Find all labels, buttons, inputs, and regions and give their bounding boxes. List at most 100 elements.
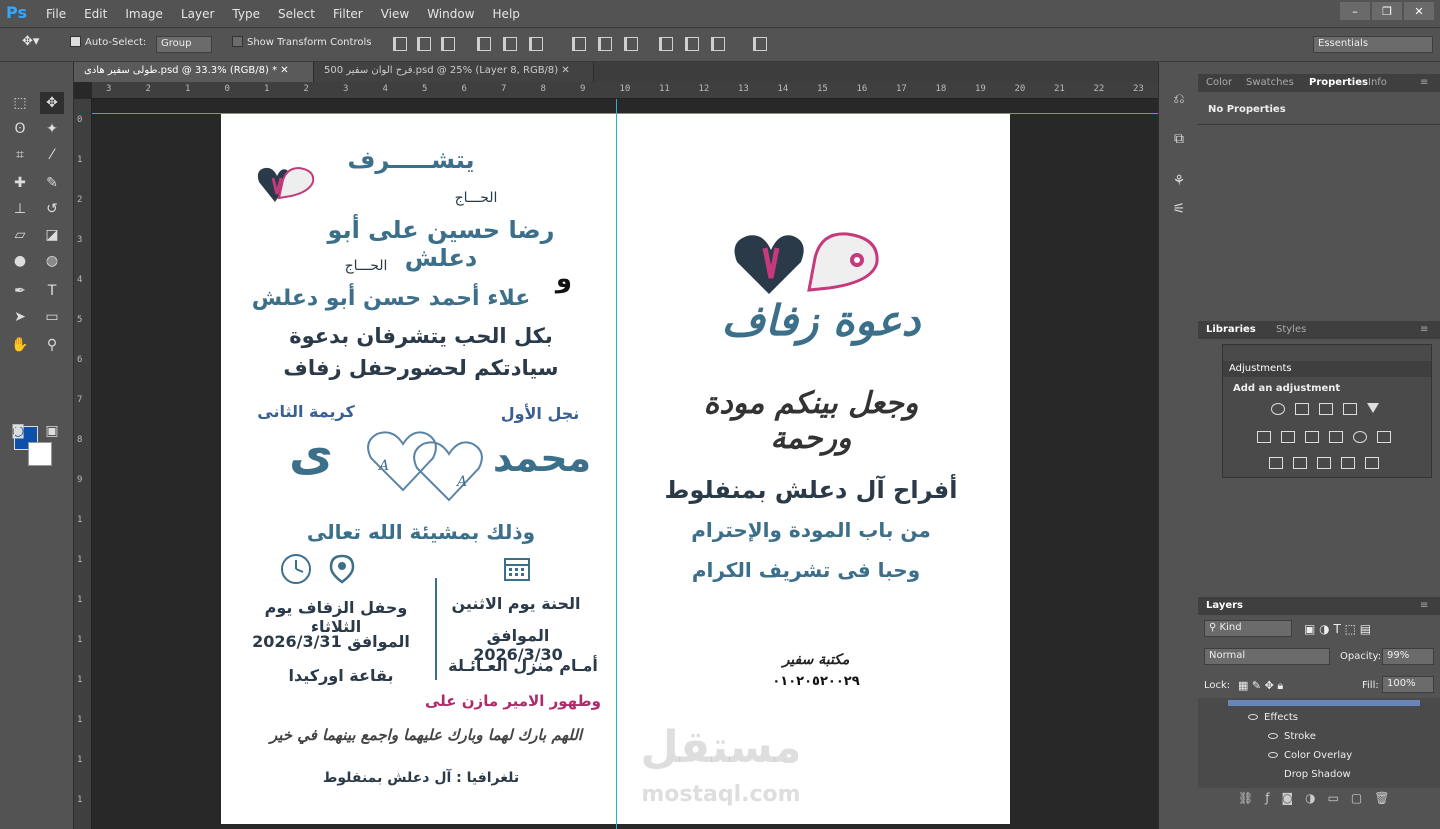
selected-layer-row[interactable] [1228,700,1420,706]
panel-menu-icon[interactable]: ≡ [1420,77,1428,88]
tab-info[interactable]: Info [1368,77,1387,88]
brush-icon[interactable]: ✎ [40,172,64,194]
align-right-icon[interactable] [529,37,543,51]
path-select-icon[interactable]: ➤ [8,306,32,328]
eye-icon[interactable] [1268,752,1278,758]
layer-stroke-row[interactable]: Stroke [1228,731,1420,750]
magic-wand-icon[interactable]: ✦ [40,118,64,140]
dodge-icon[interactable]: ◍ [40,250,64,272]
pen-icon[interactable]: ✒ [8,280,32,302]
move-tool-icon[interactable]: ✥▾ [22,34,39,49]
distribute-bottom-icon[interactable] [624,37,638,51]
selective-color-icon[interactable] [1341,457,1355,469]
show-transform-checkbox[interactable]: Show Transform Controls [232,36,371,48]
threshold-icon[interactable] [1317,457,1331,469]
menu-layer[interactable]: Layer [181,7,214,21]
canvas-area[interactable]: يتشـــــرف الحـــاج رضا حسين على أبو دعل… [92,99,1158,829]
auto-select-checkbox[interactable]: Auto-Select: [70,36,146,48]
tab-close-icon[interactable]: ✕ [561,65,569,76]
guide-vertical-center[interactable] [616,99,617,829]
lock-icons[interactable]: ▦ ✎ ✥ 🔒︎ [1238,679,1283,693]
healing-icon[interactable]: ✚ [8,172,32,194]
hand-icon[interactable]: ✋ [8,334,32,356]
black-white-icon[interactable] [1305,431,1319,443]
zoom-icon[interactable]: ⚲ [40,334,64,356]
quick-mask-icon[interactable]: ◙ [6,420,30,442]
tab-properties[interactable]: Properties [1309,77,1368,88]
guide-horizontal-top[interactable] [92,113,1158,114]
hue-saturation-icon[interactable] [1257,431,1271,443]
bucket-icon[interactable]: ◪ [40,224,64,246]
color-balance-icon[interactable] [1281,431,1295,443]
distribute-top-icon[interactable] [572,37,586,51]
distribute-hcenter-icon[interactable] [685,37,699,51]
restore-icon[interactable]: ❐ [1372,2,1402,20]
move-icon[interactable]: ✥ [40,92,64,114]
tool-presets-icon[interactable]: ⚟ [1167,198,1191,220]
gradient-map-icon[interactable] [1365,457,1379,469]
tab-swatches[interactable]: Swatches [1246,77,1294,88]
align-top-icon[interactable] [393,37,407,51]
type-icon[interactable]: T [40,280,64,302]
vibrance-icon[interactable] [1367,403,1379,413]
menu-image[interactable]: Image [125,7,163,21]
tab-color[interactable]: Color [1206,77,1232,88]
align-vcenter-icon[interactable] [417,37,431,51]
menu-window[interactable]: Window [427,7,474,21]
photo-filter-icon[interactable] [1329,431,1343,443]
workspace-dropdown[interactable]: Essentials [1313,36,1433,53]
layer-drop-shadow-row[interactable]: Drop Shadow [1228,769,1420,788]
brightness-icon[interactable] [1271,403,1285,415]
marquee-icon[interactable]: ⬚ [8,92,32,114]
tab-document-2[interactable]: فرح الوان سفير 500.psd @ 25% (Layer 8, R… [314,62,594,82]
layers-footer-icons[interactable]: ⛓ƒ◙◑▭▢🗑︎ [1238,791,1401,805]
history-brush-icon[interactable]: ↺ [40,198,64,220]
lasso-icon[interactable]: ʘ [8,118,32,140]
blend-mode-dropdown[interactable]: Normal [1204,648,1330,665]
align-bottom-icon[interactable] [441,37,455,51]
menu-help[interactable]: Help [493,7,520,21]
menu-view[interactable]: View [381,7,409,21]
menu-edit[interactable]: Edit [84,7,107,21]
distribute-vcenter-icon[interactable] [598,37,612,51]
levels-icon[interactable] [1295,403,1309,415]
screen-mode-icon[interactable]: ▣ [40,420,64,442]
layer-color-overlay-row[interactable]: Color Overlay [1228,750,1420,769]
auto-select-dropdown[interactable]: Group [156,36,212,53]
actions-panel-icon[interactable]: ⧉ [1167,128,1191,150]
menu-file[interactable]: File [46,7,66,21]
opacity-input[interactable]: 99% [1382,648,1434,665]
filter-type-icons[interactable]: ▣ ◑ T ⬚ ▤ [1304,622,1371,636]
brush-panel-icon[interactable]: ⚘ [1167,170,1191,192]
panel-menu-icon[interactable]: ≡ [1420,324,1428,335]
minimize-icon[interactable]: – [1340,2,1370,20]
distribute-left-icon[interactable] [659,37,673,51]
fill-input[interactable]: 100% [1382,676,1434,693]
blur-icon[interactable]: ● [8,250,32,272]
curves-icon[interactable] [1319,403,1333,415]
channel-mixer-icon[interactable] [1353,431,1367,443]
tab-layers[interactable]: Layers [1206,600,1243,611]
close-icon[interactable]: ✕ [1404,2,1434,20]
eye-icon[interactable] [1268,733,1278,739]
layer-effects-row[interactable]: Effects [1228,712,1420,731]
crop-icon[interactable]: ⌗ [8,144,32,166]
shape-icon[interactable]: ▭ [40,306,64,328]
tab-styles[interactable]: Styles [1276,324,1306,335]
exposure-icon[interactable] [1343,403,1357,415]
stamp-icon[interactable]: ⊥ [8,198,32,220]
panel-menu-icon[interactable]: ≡ [1420,600,1428,611]
menu-select[interactable]: Select [278,7,315,21]
background-color-swatch[interactable] [28,442,52,466]
tab-libraries[interactable]: Libraries [1206,324,1256,335]
auto-align-icon[interactable] [753,37,767,51]
menu-filter[interactable]: Filter [333,7,363,21]
layer-filter-kind[interactable]: ⚲ Kind [1204,620,1292,637]
tab-document-1[interactable]: طولى سفير هادى.psd @ 33.3% (RGB/8) * ✕ [74,62,314,82]
align-left-icon[interactable] [477,37,491,51]
history-panel-icon[interactable]: ⎌ [1167,88,1191,110]
invert-icon[interactable] [1269,457,1283,469]
eraser-icon[interactable]: ▱ [8,224,32,246]
eyedropper-icon[interactable]: ⁄ [40,144,64,166]
distribute-right-icon[interactable] [711,37,725,51]
